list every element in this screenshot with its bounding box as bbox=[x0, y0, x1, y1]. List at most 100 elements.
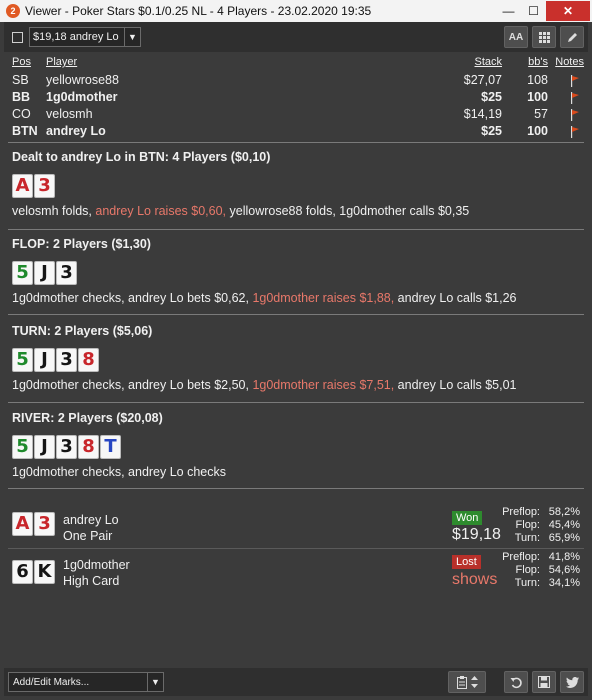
col-header-stack[interactable]: Stack bbox=[474, 56, 502, 68]
equity-value: 41,8% bbox=[548, 551, 580, 563]
equity-label: Preflop: bbox=[502, 551, 540, 563]
note-flag-icon[interactable] bbox=[570, 92, 580, 104]
table-row: BB 1g0dmother $25 100 bbox=[12, 90, 584, 107]
action-text: andrey Lo raises $0,60, bbox=[95, 204, 230, 218]
equity-label: Turn: bbox=[514, 577, 540, 589]
bottom-toolbar: Add/Edit Marks... ▼ bbox=[4, 668, 588, 696]
window-title: Viewer - Poker Stars $0.1/0.25 NL - 4 Pl… bbox=[25, 4, 372, 18]
player-name[interactable]: andrey Lo bbox=[46, 124, 106, 138]
flop-header: FLOP: 2 Players ($1,30) bbox=[12, 237, 151, 251]
player-stack: $27,07 bbox=[463, 73, 502, 87]
hand-checkbox[interactable] bbox=[12, 31, 23, 43]
twitter-button[interactable] bbox=[560, 671, 584, 693]
stepper-icon[interactable] bbox=[470, 676, 478, 688]
col-header-pos[interactable]: Pos bbox=[12, 56, 31, 68]
card: K bbox=[34, 560, 55, 584]
player-bbs: 100 bbox=[527, 90, 548, 104]
col-header-bbs[interactable]: bb's bbox=[528, 56, 548, 68]
card: 5 bbox=[12, 348, 33, 372]
col-header-player[interactable]: Player bbox=[46, 56, 77, 68]
app-icon: 2 bbox=[6, 4, 20, 18]
card: J bbox=[34, 348, 55, 372]
action-text: 1g0dmother raises $1,88, bbox=[252, 291, 398, 305]
player-pos: BTN bbox=[12, 124, 38, 138]
maximize-button[interactable]: ☐ bbox=[521, 1, 546, 21]
action-text: yellowrose88 folds, 1g0dmother calls $0,… bbox=[229, 204, 470, 218]
note-flag-icon[interactable] bbox=[570, 109, 580, 121]
river-actions: 1g0dmother checks, andrey Lo checks bbox=[12, 465, 226, 479]
player-stack: $25 bbox=[481, 90, 502, 104]
divider bbox=[8, 142, 584, 143]
equity-label: Flop: bbox=[515, 564, 540, 576]
action-text: andrey Lo calls $1,26 bbox=[397, 291, 517, 305]
close-button[interactable]: ✕ bbox=[546, 1, 590, 21]
lost-badge: Lost bbox=[452, 555, 481, 569]
player-name[interactable]: velosmh bbox=[46, 107, 93, 121]
result-hand-rank: High Card bbox=[63, 574, 120, 588]
card: 5 bbox=[12, 435, 33, 459]
turn-cards: 5 J 3 8 bbox=[12, 348, 99, 372]
result-player-name: andrey Lo bbox=[63, 513, 119, 527]
note-flag-icon[interactable] bbox=[570, 75, 580, 87]
equity-label: Preflop: bbox=[502, 506, 540, 518]
player-pos: BB bbox=[12, 90, 31, 104]
top-toolbar: $19,18 andrey Lo ▼ AA bbox=[4, 22, 588, 52]
note-flag-icon[interactable] bbox=[570, 126, 580, 138]
hand-select-value: $19,18 andrey Lo bbox=[33, 31, 119, 43]
player-bbs: 57 bbox=[534, 107, 548, 121]
result-player-name: 1g0dmother bbox=[63, 558, 130, 572]
copy-button[interactable] bbox=[448, 671, 486, 693]
card: 8 bbox=[78, 435, 99, 459]
player-name[interactable]: 1g0dmother bbox=[46, 90, 118, 104]
card: 3 bbox=[34, 174, 55, 198]
marks-select-value: Add/Edit Marks... bbox=[13, 676, 90, 688]
action-text: velosmh folds, bbox=[12, 204, 96, 218]
col-header-notes[interactable]: Notes bbox=[555, 56, 584, 68]
save-button[interactable] bbox=[532, 671, 556, 693]
table-row: CO velosmh $14,19 57 bbox=[12, 107, 584, 124]
marks-select[interactable]: Add/Edit Marks... ▼ bbox=[8, 672, 164, 692]
river-cards: 5 J 3 8 T bbox=[12, 435, 121, 459]
card: 5 bbox=[12, 261, 33, 285]
minimize-button[interactable]: — bbox=[496, 1, 521, 21]
hand-history-panel: Pos Player Stack bb's Notes SB yellowros… bbox=[4, 52, 588, 667]
card: 3 bbox=[56, 261, 77, 285]
card: J bbox=[34, 435, 55, 459]
player-pos: CO bbox=[12, 107, 31, 121]
card: 3 bbox=[34, 512, 55, 536]
chevron-down-icon[interactable]: ▼ bbox=[124, 28, 140, 46]
equity-value: 45,4% bbox=[548, 519, 580, 531]
undo-button[interactable] bbox=[504, 671, 528, 693]
player-pos: SB bbox=[12, 73, 29, 87]
flop-actions: 1g0dmother checks, andrey Lo bets $0,62,… bbox=[12, 291, 517, 305]
font-size-button[interactable]: AA bbox=[504, 26, 528, 48]
edit-button[interactable] bbox=[560, 26, 584, 48]
clipboard-icon bbox=[456, 675, 467, 689]
chevron-down-icon[interactable]: ▼ bbox=[147, 673, 163, 691]
divider bbox=[8, 488, 584, 489]
river-header: RIVER: 2 Players ($20,08) bbox=[12, 411, 163, 425]
divider bbox=[8, 548, 584, 549]
card: J bbox=[34, 261, 55, 285]
grid-button[interactable] bbox=[532, 26, 556, 48]
hand-select[interactable]: $19,18 andrey Lo ▼ bbox=[29, 27, 141, 47]
player-bbs: 100 bbox=[527, 124, 548, 138]
equity-value: 65,9% bbox=[548, 532, 580, 544]
card: 3 bbox=[56, 435, 77, 459]
action-text: 1g0dmother raises $7,51, bbox=[252, 378, 398, 392]
card: 3 bbox=[56, 348, 77, 372]
save-icon bbox=[538, 676, 550, 688]
divider bbox=[8, 314, 584, 315]
player-bbs: 108 bbox=[527, 73, 548, 87]
preflop-header: Dealt to andrey Lo in BTN: 4 Players ($0… bbox=[12, 150, 271, 164]
divider bbox=[8, 229, 584, 230]
player-name[interactable]: yellowrose88 bbox=[46, 73, 119, 87]
action-text: 1g0dmother checks, andrey Lo checks bbox=[12, 465, 227, 479]
equity-value: 34,1% bbox=[548, 577, 580, 589]
player-stack: $14,19 bbox=[463, 107, 502, 121]
equity-label: Flop: bbox=[515, 519, 540, 531]
player-stack: $25 bbox=[481, 124, 502, 138]
equity-value: 54,6% bbox=[548, 564, 580, 576]
won-badge: Won bbox=[452, 511, 483, 525]
result-cards: A 3 bbox=[12, 512, 55, 536]
